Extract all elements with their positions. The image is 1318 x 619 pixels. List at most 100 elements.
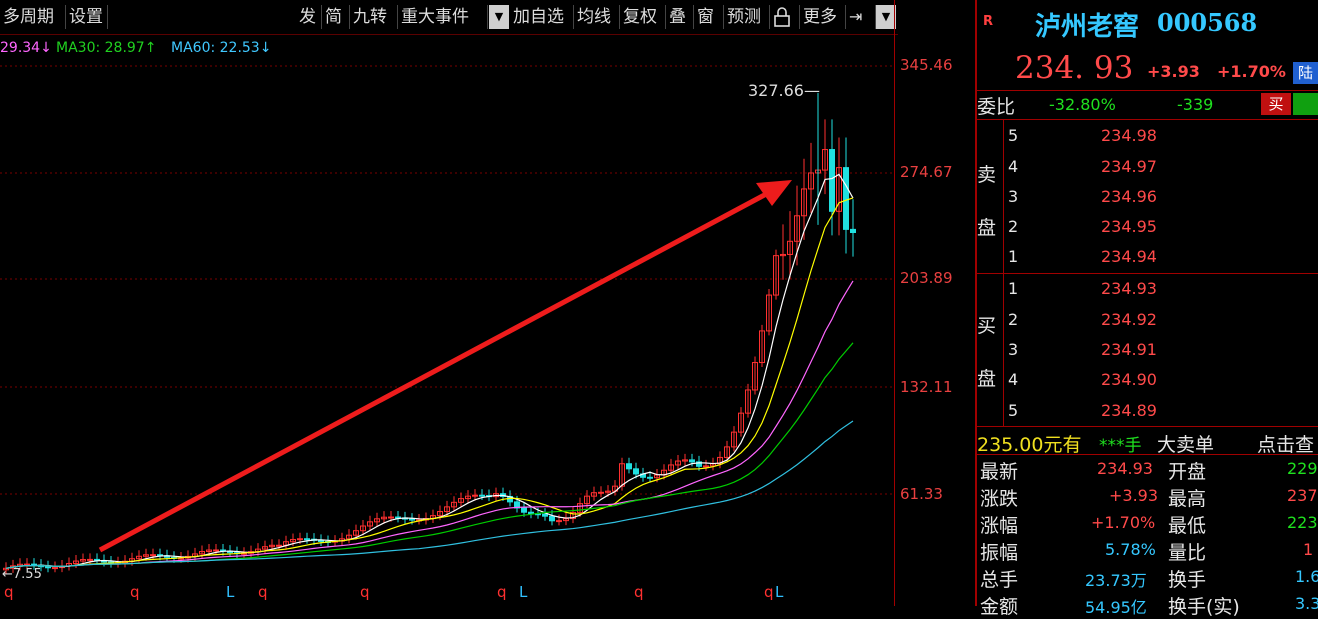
event-marker: L: [519, 583, 528, 601]
divider: [977, 273, 1318, 274]
stat-label: 换手: [1168, 569, 1207, 591]
candle-body: [703, 465, 709, 468]
y-tick-label: 61.33: [900, 485, 943, 503]
candlestick-chart[interactable]: 327.66—←7.55q q Lq q q Lq q L: [0, 0, 898, 606]
stat-label: 涨跌: [980, 488, 1019, 510]
candle-body: [521, 507, 527, 513]
event-marker: q: [764, 583, 774, 601]
ask-price: 234.94: [1101, 247, 1157, 266]
divider: [977, 454, 1318, 455]
ask-level: 5: [1008, 126, 1019, 145]
candle-body: [87, 558, 93, 561]
bid-price: 234.91: [1101, 340, 1157, 359]
ask-level: 3: [1008, 187, 1019, 206]
candle-body: [297, 538, 303, 541]
stat-value: 234.93: [1097, 459, 1153, 478]
candle-body: [689, 459, 695, 463]
event-marker: q: [360, 583, 370, 601]
ask-price: 234.97: [1101, 157, 1157, 176]
stat-value: 1.6: [1295, 567, 1318, 586]
sell-label: 盘: [977, 217, 997, 239]
stat-label: 开盘: [1168, 461, 1207, 483]
price-change-pct: +1.70%: [1217, 62, 1286, 81]
chart-axis-line: [894, 0, 895, 606]
big-order-type: 大卖单: [1157, 434, 1215, 456]
candle-body: [549, 515, 555, 522]
ask-price: 234.98: [1101, 126, 1157, 145]
buy-button[interactable]: 买: [1261, 93, 1291, 115]
stat-label: 最低: [1168, 515, 1207, 537]
y-tick-label: 274.67: [900, 163, 953, 181]
divider: [977, 90, 1318, 91]
candle-body: [647, 476, 653, 479]
stock-name: 泸州老窖: [1035, 12, 1140, 42]
lu-badge[interactable]: 陆: [1293, 62, 1318, 84]
stat-value: 223: [1287, 513, 1318, 532]
ask-price: 234.96: [1101, 187, 1157, 206]
stat-label: 最新: [980, 461, 1019, 483]
candle-body: [556, 520, 562, 523]
bid-level: 3: [1008, 340, 1019, 359]
stat-label: 振幅: [980, 542, 1019, 564]
stat-label: 涨幅: [980, 515, 1019, 537]
max-price-label: 327.66—: [748, 81, 820, 100]
r-badge: R: [983, 14, 994, 29]
bid-level: 5: [1008, 401, 1019, 420]
min-price-label: ←7.55: [2, 567, 42, 582]
stat-label: 总手: [980, 569, 1019, 591]
y-tick-label: 345.46: [900, 56, 953, 74]
bid-price: 234.90: [1101, 370, 1157, 389]
ask-level: 1: [1008, 247, 1019, 266]
big-order-link[interactable]: 点击查: [1257, 430, 1314, 457]
ask-level: 2: [1008, 217, 1019, 236]
bid-level: 4: [1008, 370, 1019, 389]
event-marker: q: [130, 583, 140, 601]
candle-body: [472, 494, 478, 497]
event-marker: q: [4, 583, 14, 601]
event-marker: q: [497, 583, 507, 601]
y-tick-label: 203.89: [900, 269, 953, 287]
last-price: 234. 93: [1015, 50, 1134, 86]
divider: [977, 426, 1318, 427]
candle-body: [45, 566, 51, 569]
sell-button[interactable]: [1293, 93, 1318, 115]
ma-line-60: [5, 420, 854, 569]
candle-body: [304, 538, 310, 541]
candle-body: [150, 554, 156, 557]
y-tick-label: 132.11: [900, 378, 953, 396]
stat-value: +3.93: [1109, 486, 1159, 505]
weibi-diff: -339: [1177, 95, 1214, 114]
candle-body: [829, 149, 835, 212]
candle-body: [52, 567, 58, 570]
stat-value: +1.70%: [1091, 513, 1156, 532]
trend-arrowhead: [756, 180, 792, 206]
price-change: +3.93: [1147, 62, 1200, 81]
stat-value: 54.95亿: [1085, 598, 1147, 617]
bid-price: 234.92: [1101, 310, 1157, 329]
stat-value: 237: [1287, 486, 1318, 505]
stat-value: 23.73万: [1085, 571, 1147, 590]
candle-body: [388, 516, 394, 519]
event-marker: L: [226, 583, 235, 601]
candle-body: [409, 518, 415, 521]
bid-level: 1: [1008, 279, 1019, 298]
stat-value: 1: [1303, 540, 1314, 559]
candle-body: [213, 549, 219, 552]
stock-code: 000568: [1157, 8, 1258, 37]
stat-label: 最高: [1168, 488, 1207, 510]
big-order-qty: ***手: [1099, 436, 1142, 456]
sell-label: 卖: [977, 164, 997, 186]
ask-level: 4: [1008, 157, 1019, 176]
candle-body: [626, 463, 632, 470]
stat-value: 5.78%: [1105, 540, 1156, 559]
event-marker: q: [258, 583, 268, 601]
buy-label: 盘: [977, 368, 997, 390]
big-order-price: 235.00元有: [977, 434, 1082, 456]
stat-label: 量比: [1168, 542, 1207, 564]
trend-arrow: [98, 189, 772, 553]
event-marker: L: [775, 583, 784, 601]
candle-body: [843, 167, 849, 230]
candle-body: [542, 513, 548, 517]
candle-body: [276, 544, 282, 547]
bid-level: 2: [1008, 310, 1019, 329]
